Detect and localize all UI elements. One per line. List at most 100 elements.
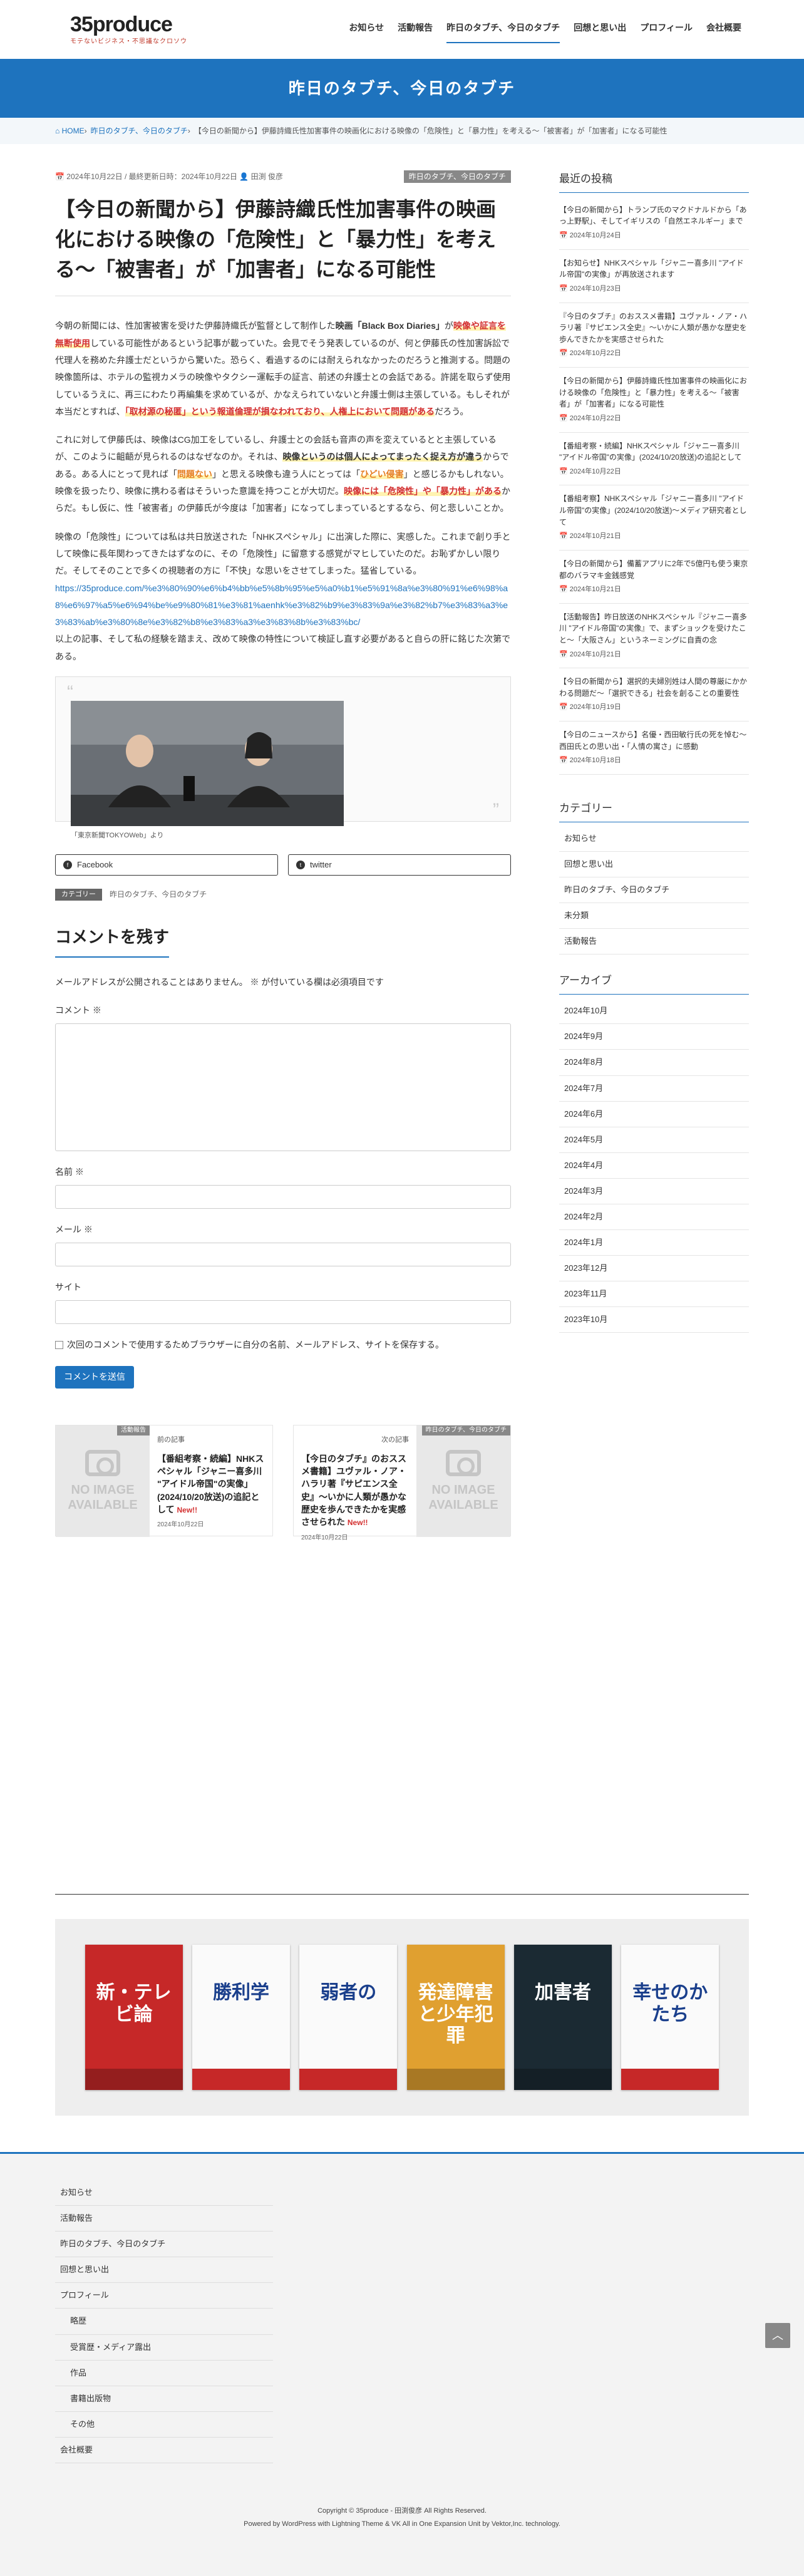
- nav-activity[interactable]: 活動報告: [398, 21, 433, 43]
- archive-link[interactable]: 2024年4月: [559, 1153, 749, 1179]
- footer-nav-item[interactable]: 回想と思い出: [55, 2257, 273, 2284]
- facebook-share-button[interactable]: f Facebook: [55, 854, 278, 876]
- footer-nav-item[interactable]: 会社概要: [55, 2438, 273, 2464]
- recent-post-title[interactable]: 【今日のニュースから】名優・西田敏行氏の死を悼む〜西田氏との思い出・「人情の寓さ…: [559, 729, 749, 752]
- breadcrumb-home[interactable]: ⌂ HOME: [55, 125, 85, 137]
- recent-post-item[interactable]: 【お知らせ】NHKスペシャル「ジャニー喜多川 "アイドル帝国"の実像」が再放送さ…: [559, 250, 749, 303]
- book-cover[interactable]: 勝利学: [192, 1945, 290, 2090]
- recent-post-title[interactable]: 【番組考察】NHKスペシャル「ジャニー喜多川 "アイドル帝国"の実像」(2024…: [559, 493, 749, 528]
- category-link[interactable]: 回想と思い出: [559, 852, 749, 878]
- site-logo[interactable]: 35produce モテないビジネス・不思議なクロソウ: [70, 14, 187, 47]
- highlight: ひどい侵害: [360, 468, 404, 479]
- recent-post-item[interactable]: 【番組考察・続編】NHKスペシャル「ジャニー喜多川 "アイドル帝国"の実像」(2…: [559, 433, 749, 486]
- category-badge[interactable]: 昨日のタブチ、今日のタブチ: [403, 170, 511, 184]
- book-cover[interactable]: 加害者: [513, 1945, 612, 2090]
- recent-post-item[interactable]: 【今日の新聞から】選択的夫婦別姓は人間の尊厳にかかわる問題だ〜「選択できる」社会…: [559, 668, 749, 722]
- related-link[interactable]: https://35produce.com/%e3%80%90%e6%b4%bb…: [55, 583, 508, 628]
- footer-nav-item[interactable]: 書籍出版物: [55, 2386, 273, 2412]
- website-field[interactable]: [55, 1300, 511, 1324]
- book-band: [513, 2069, 612, 2090]
- archive-link[interactable]: 2024年1月: [559, 1230, 749, 1256]
- nav-profile[interactable]: プロフィール: [640, 21, 693, 43]
- breadcrumb-category[interactable]: 昨日のタブチ、今日のタブチ: [91, 125, 188, 137]
- footer-nav-item[interactable]: お知らせ: [55, 2180, 273, 2206]
- blockquote: “ ” 「東京新聞TOKYOWeb」より: [55, 676, 511, 839]
- facebook-label: Facebook: [77, 859, 113, 869]
- archive-link[interactable]: 2024年3月: [559, 1179, 749, 1205]
- submit-comment-button[interactable]: コメントを送信: [55, 1366, 134, 1389]
- page-top-button[interactable]: ︿: [765, 2323, 790, 2348]
- book-cover[interactable]: 幸せのかたち: [621, 1945, 719, 2090]
- archive-link[interactable]: 2023年10月: [559, 1307, 749, 1333]
- breadcrumb-sep: ›: [187, 126, 190, 135]
- archive-heading: アーカイブ: [559, 972, 749, 995]
- archive-link[interactable]: 2024年6月: [559, 1102, 749, 1127]
- recent-post-item[interactable]: 【今日の新聞から】伊藤詩織氏性加害事件の映画化における映像の「危険性」と「暴力性…: [559, 368, 749, 433]
- archive-link[interactable]: 2024年7月: [559, 1076, 749, 1102]
- nav-memories[interactable]: 回想と思い出: [574, 21, 626, 43]
- recent-post-title[interactable]: 【今日の新聞から】備蓄アプリに2年で5億円も使う東京都のバラマキ金銭感覚: [559, 558, 749, 581]
- book-cover[interactable]: 新・テレビ論: [85, 1945, 183, 2090]
- text: 」と思える映像も違う人にとっては「: [212, 468, 361, 479]
- press-photo: [71, 701, 344, 827]
- footer-nav-item[interactable]: 昨日のタブチ、今日のタブチ: [55, 2232, 273, 2258]
- prev-post-card[interactable]: 活動報告 NO IMAGE AVAILABLE 前の記事 【番組考察・続編】NH…: [55, 1425, 273, 1538]
- recent-post-title[interactable]: 『今日のタブチ』のおススメ書籍】ユヴァル・ノア・ハラリ著『サピエンス全史』〜いか…: [559, 311, 749, 346]
- footer-nav-item[interactable]: 受賞歴・メディア露出: [55, 2335, 273, 2361]
- archive-link[interactable]: 2023年12月: [559, 1256, 749, 1282]
- footer-nav-item[interactable]: プロフィール: [55, 2283, 273, 2309]
- book-band: [192, 2069, 290, 2090]
- category-link[interactable]: 昨日のタブチ、今日のタブチ: [559, 877, 749, 904]
- recent-post-item[interactable]: 【番組考察】NHKスペシャル「ジャニー喜多川 "アイドル帝国"の実像」(2024…: [559, 485, 749, 551]
- category-link[interactable]: 活動報告: [559, 929, 749, 955]
- twitter-icon: t: [296, 861, 305, 870]
- footer-nav-item[interactable]: その他: [55, 2412, 273, 2438]
- archive-link[interactable]: 2024年9月: [559, 1024, 749, 1050]
- main-content: 📅 2024年10月22日 / 最終更新日時：2024年10月22日 👤 田渕 …: [55, 170, 511, 1541]
- recent-post-item[interactable]: 【今日の新聞から】備蓄アプリに2年で5億円も使う東京都のバラマキ金銭感覚 📅 20…: [559, 551, 749, 604]
- text: だろう。: [435, 406, 469, 416]
- save-info-row: 次回のコメントで使用するためブラウザーに自分の名前、メールアドレス、サイトを保存…: [55, 1338, 511, 1353]
- paragraph: 今朝の新聞には、性加害被害を受けた伊藤詩織氏が監督として制作した映画「Black…: [55, 318, 511, 420]
- text: している可能性があるという記事が載っていた。会見でそう発表しているのが、何と伊藤…: [55, 338, 511, 416]
- name-field[interactable]: [55, 1185, 511, 1209]
- archive-link[interactable]: 2023年11月: [559, 1281, 749, 1308]
- recent-post-title[interactable]: 【お知らせ】NHKスペシャル「ジャニー喜多川 "アイドル帝国"の実像」が再放送さ…: [559, 257, 749, 281]
- recent-post-title[interactable]: 【今日の新聞から】伊藤詩織氏性加害事件の映画化における映像の「危険性」と「暴力性…: [559, 375, 749, 410]
- nav-tabuchi[interactable]: 昨日のタブチ、今日のタブチ: [446, 21, 560, 43]
- archive-link[interactable]: 2024年8月: [559, 1050, 749, 1076]
- archive-link[interactable]: 2024年5月: [559, 1127, 749, 1153]
- twitter-share-button[interactable]: t twitter: [288, 854, 511, 876]
- category-link[interactable]: お知らせ: [559, 826, 749, 852]
- category-link[interactable]: 未分類: [559, 903, 749, 929]
- site-header: 35produce モテないビジネス・不思議なクロソウ お知らせ 活動報告 昨日…: [0, 0, 804, 59]
- new-badge: New!!: [347, 1518, 368, 1528]
- nav-company[interactable]: 会社概要: [706, 21, 741, 43]
- book-cover[interactable]: 発達障害と少年犯罪: [406, 1945, 505, 2090]
- paragraph: これに対して伊藤氏は、映像はCG加工をしているし、弁護士との会話も音声の声を変え…: [55, 432, 511, 517]
- category-link[interactable]: 昨日のタブチ、今日のタブチ: [110, 888, 207, 901]
- footer-nav-item[interactable]: 作品: [55, 2361, 273, 2386]
- camera-icon: [85, 1450, 120, 1477]
- book-cover[interactable]: 弱者の: [299, 1945, 398, 2090]
- footer-nav-item[interactable]: 活動報告: [55, 2206, 273, 2232]
- recent-post-item[interactable]: 『今日のタブチ』のおススメ書籍】ユヴァル・ノア・ハラリ著『サピエンス全史』〜いか…: [559, 303, 749, 368]
- recent-post-item[interactable]: 【今日のニュースから】名優・西田敏行氏の死を悼む〜西田氏との思い出・「人情の寓さ…: [559, 722, 749, 775]
- recent-post-title[interactable]: 【活動報告】昨日放送のNHKスペシャル『ジャニー喜多川 "アイドル帝国"の実像』…: [559, 611, 749, 646]
- save-info-checkbox[interactable]: [55, 1340, 63, 1349]
- archive-link[interactable]: 2024年2月: [559, 1204, 749, 1231]
- quote-close-icon: ”: [493, 800, 499, 821]
- book-band: [621, 2069, 719, 2090]
- recent-post-item[interactable]: 【活動報告】昨日放送のNHKスペシャル『ジャニー喜多川 "アイドル帝国"の実像』…: [559, 604, 749, 669]
- email-field[interactable]: [55, 1242, 511, 1266]
- recent-posts-list: 【今日の新聞から】トランプ氏のマクドナルドから「あっ上野駅」、そしてイギリスの「…: [559, 197, 749, 775]
- footer-nav-item[interactable]: 略歴: [55, 2309, 273, 2335]
- comment-textarea[interactable]: [55, 1023, 511, 1152]
- archive-link[interactable]: 2024年10月: [559, 998, 749, 1025]
- recent-post-title[interactable]: 【今日の新聞から】トランプ氏のマクドナルドから「あっ上野駅」、そしてイギリスの「…: [559, 204, 749, 227]
- recent-post-title[interactable]: 【今日の新聞から】選択的夫婦別姓は人間の尊厳にかかわる問題だ〜「選択できる」社会…: [559, 676, 749, 699]
- recent-post-title[interactable]: 【番組考察・続編】NHKスペシャル「ジャニー喜多川 "アイドル帝国"の実像」(2…: [559, 440, 749, 463]
- nav-news[interactable]: お知らせ: [349, 21, 384, 43]
- next-post-card[interactable]: 次の記事 【今日のタブチ』のおススメ書籍】ユヴァル・ノア・ハラリ著『サピエンス全…: [293, 1425, 511, 1541]
- recent-post-item[interactable]: 【今日の新聞から】トランプ氏のマクドナルドから「あっ上野駅」、そしてイギリスの「…: [559, 197, 749, 250]
